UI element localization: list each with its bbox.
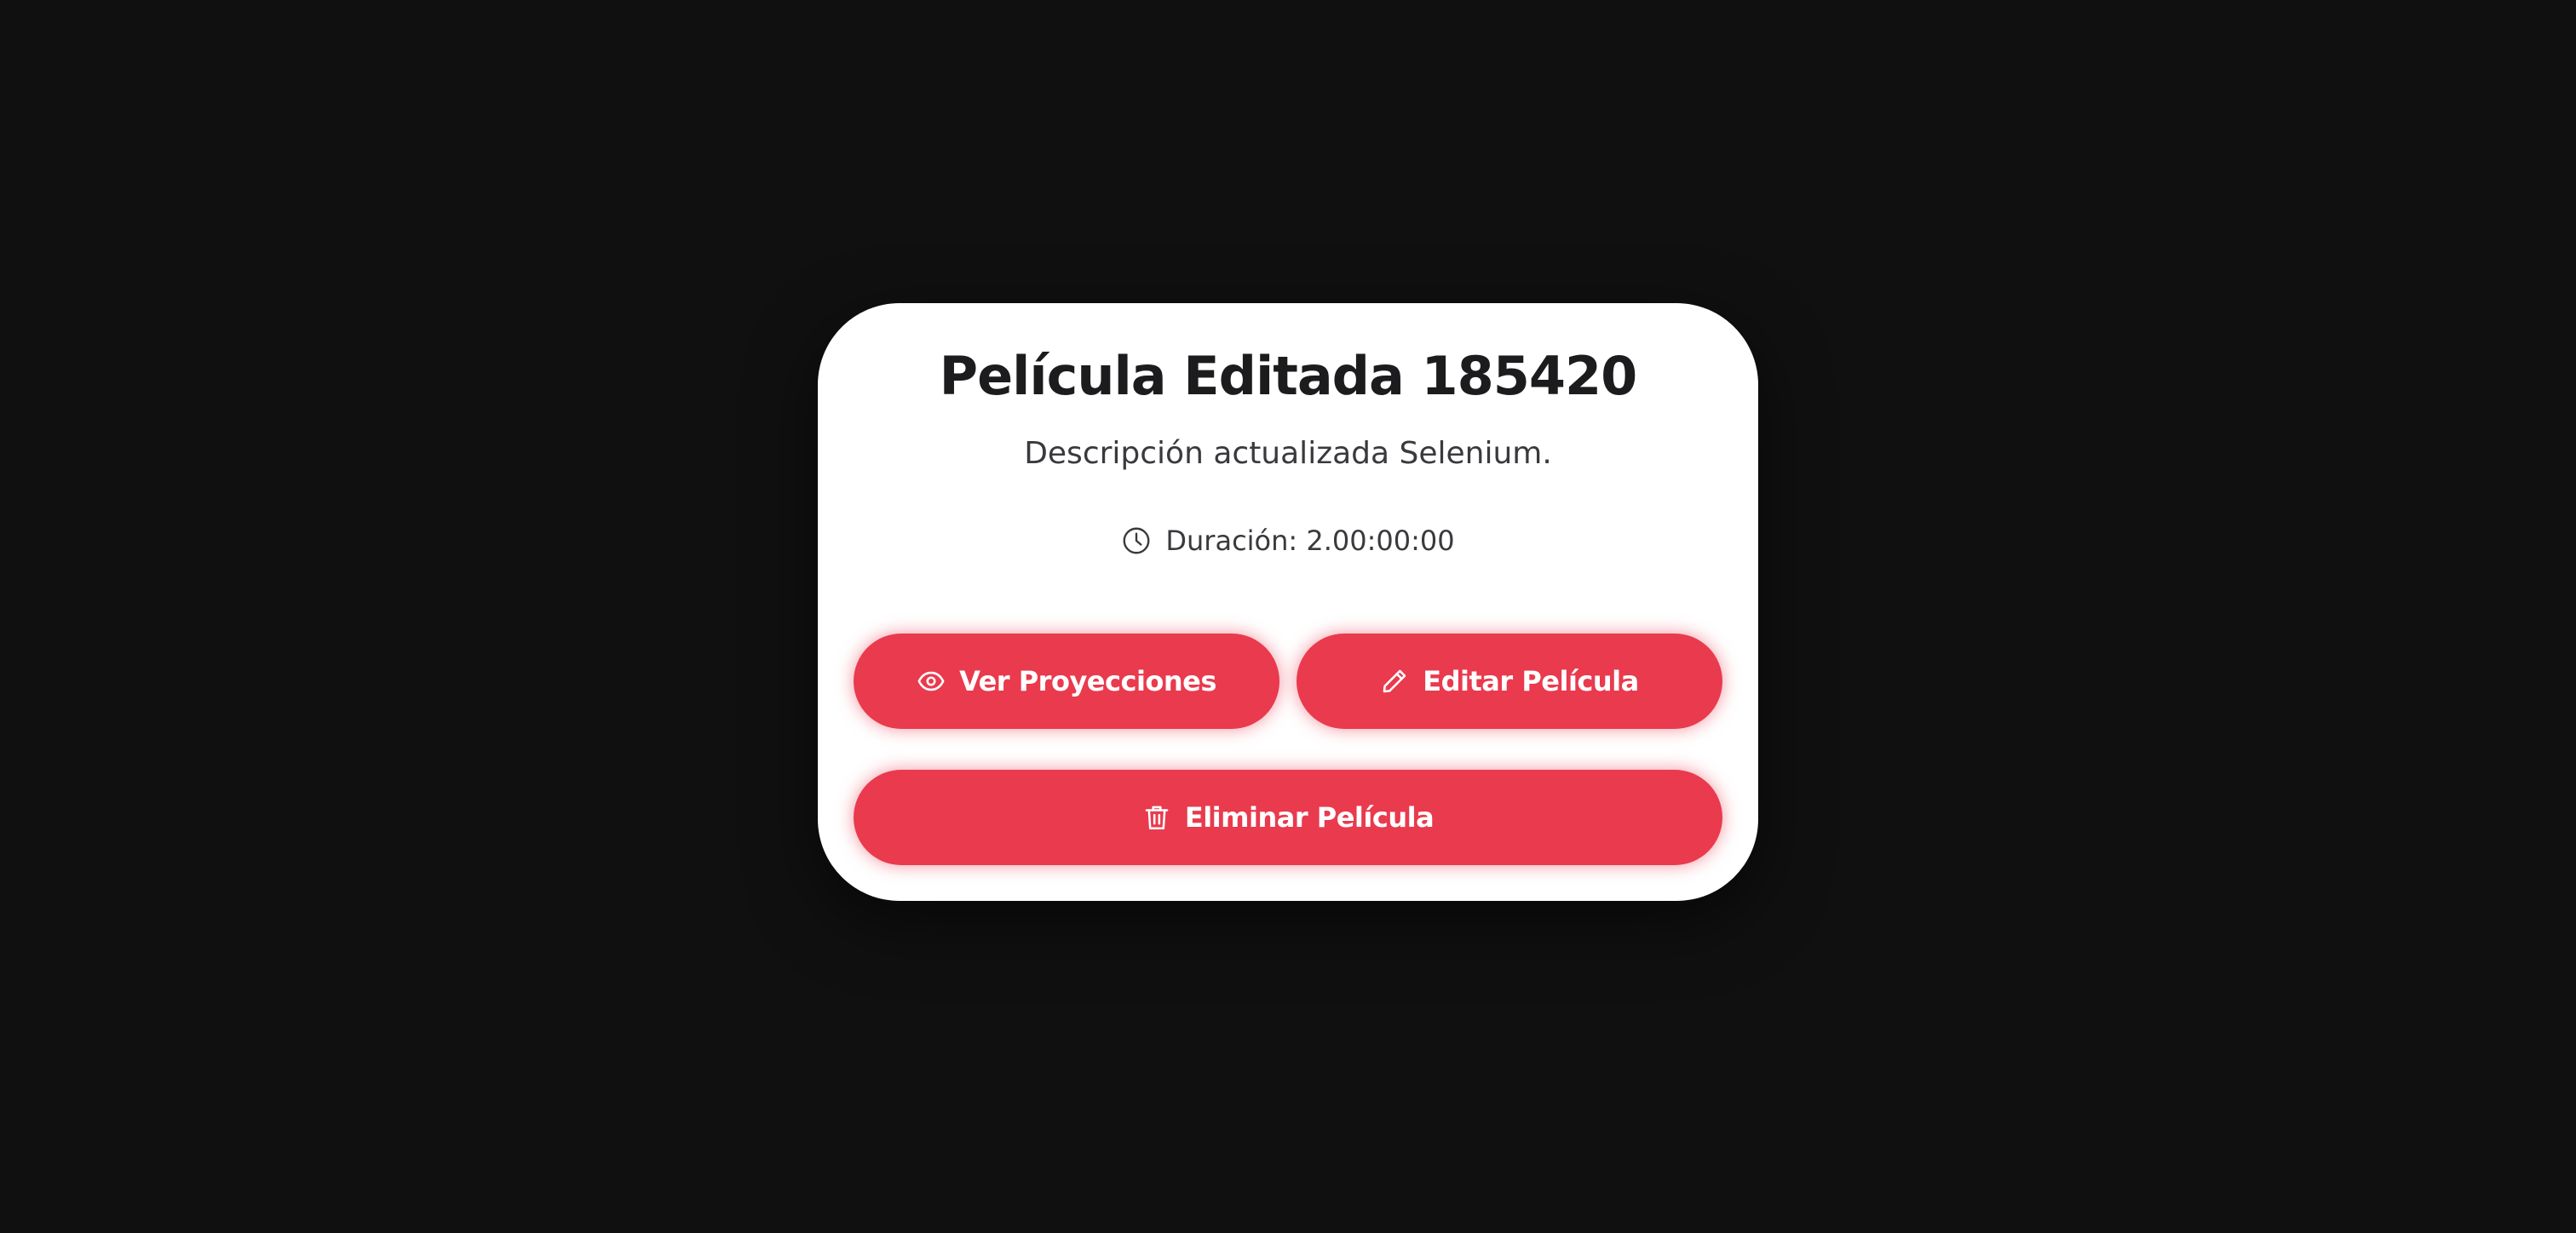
view-screenings-label: Ver Proyecciones bbox=[959, 665, 1216, 697]
duration-text: Duración: 2.00:00:00 bbox=[1165, 525, 1455, 557]
trash-icon bbox=[1142, 803, 1171, 832]
eye-icon bbox=[917, 667, 946, 696]
pencil-icon bbox=[1380, 667, 1409, 696]
movie-duration: Duración: 2.00:00:00 bbox=[818, 519, 1758, 562]
view-screenings-button[interactable]: Ver Proyecciones bbox=[854, 634, 1279, 729]
edit-movie-label: Editar Película bbox=[1423, 665, 1639, 697]
delete-movie-label: Eliminar Película bbox=[1184, 801, 1435, 834]
movie-card: Película Editada 185420 Descripción actu… bbox=[818, 303, 1758, 901]
movie-description: Descripción actualizada Selenium. bbox=[1024, 436, 1552, 471]
delete-movie-button[interactable]: Eliminar Película bbox=[854, 770, 1722, 865]
clock-icon bbox=[1121, 525, 1152, 556]
movie-title: Película Editada 185420 bbox=[939, 345, 1638, 407]
edit-movie-button[interactable]: Editar Película bbox=[1297, 634, 1722, 729]
